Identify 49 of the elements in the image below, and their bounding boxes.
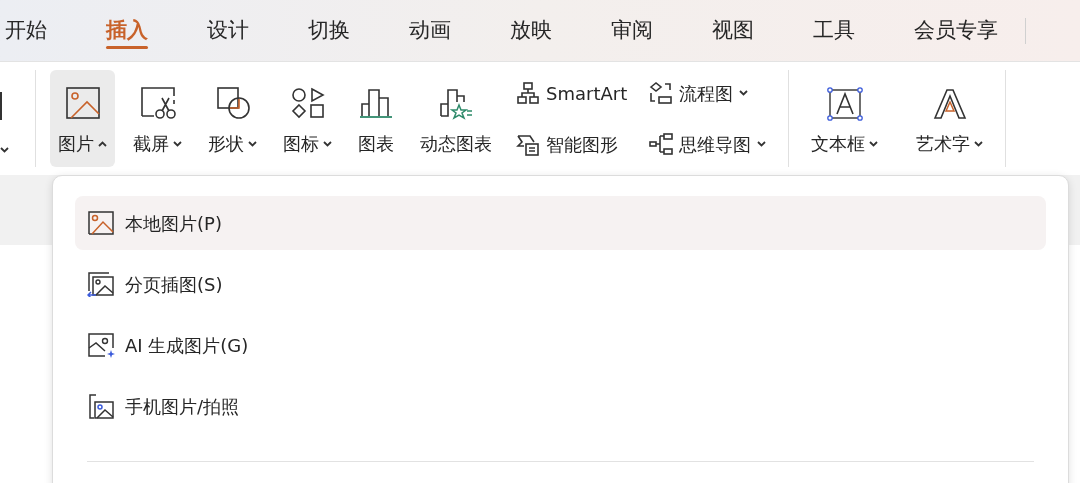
phone-picture-icon [87,393,115,419]
ribbon-tab[interactable]: 动画 [409,0,451,62]
menu-item[interactable]: 本地图片(P) [75,196,1046,250]
caret-icon [248,140,257,147]
ribbon-tab[interactable]: 切换 [308,0,350,62]
caret-icon [173,140,182,147]
text-box-icon [825,86,864,122]
ribbon-tab[interactable]: 设计 [207,0,249,62]
ribbon-button[interactable]: 思维导图 [649,127,767,161]
ribbon-button[interactable]: 智能图形 [516,127,628,161]
picture-icon [87,210,115,236]
ribbon-button[interactable]: 图片 [50,70,115,167]
ribbon-tab[interactable]: 放映 [510,0,552,62]
ribbon-button[interactable]: 图标 [275,70,340,167]
smart-graphic-icon [516,132,540,156]
chart-star-icon [438,86,474,120]
shapes-icon [214,86,251,120]
pages-picture-icon [87,271,115,297]
mind-map-icon [649,132,674,156]
menu-item[interactable]: AI 生成图片(G) [75,318,1046,372]
ribbon-button[interactable]: 形状 [200,70,265,167]
caret-icon [0,147,9,153]
ai-picture-icon [87,332,115,358]
caret-icon [974,140,984,147]
caret-icon [98,140,107,147]
ribbon-button[interactable]: 艺术字 [908,70,992,167]
menu-item[interactable]: 分页插图(S) [75,257,1046,311]
caret-icon [757,141,767,147]
caret-icon [869,140,879,147]
ribbon-tab[interactable]: 审阅 [611,0,653,62]
picture-icon [64,86,101,120]
menu-item[interactable]: 手机图片/拍照 [75,379,1046,433]
screenshot-scissors-icon [139,86,176,120]
ribbon-button[interactable]: SmartArt [516,76,628,110]
caret-icon [323,140,332,147]
icons-icon [289,86,326,120]
caret-icon [739,90,749,96]
ribbon-button[interactable]: 图表 [350,70,402,167]
ribbon-button[interactable]: 动态图表 [412,70,500,167]
ribbon-button[interactable]: 文本框 [803,70,887,167]
ribbon-tab[interactable]: 工具 [813,0,855,62]
flowchart-icon [649,81,674,105]
ribbon-button[interactable]: 流程图 [649,76,767,110]
ribbon-tab[interactable]: 开始 [5,0,47,62]
org-chart-icon [516,81,540,105]
ribbon-tab[interactable]: 会员专享 [914,0,998,62]
bar-chart-icon [358,86,394,120]
ribbon-tab[interactable]: 视图 [712,0,754,62]
ribbon-button[interactable]: 截屏 [125,70,190,167]
